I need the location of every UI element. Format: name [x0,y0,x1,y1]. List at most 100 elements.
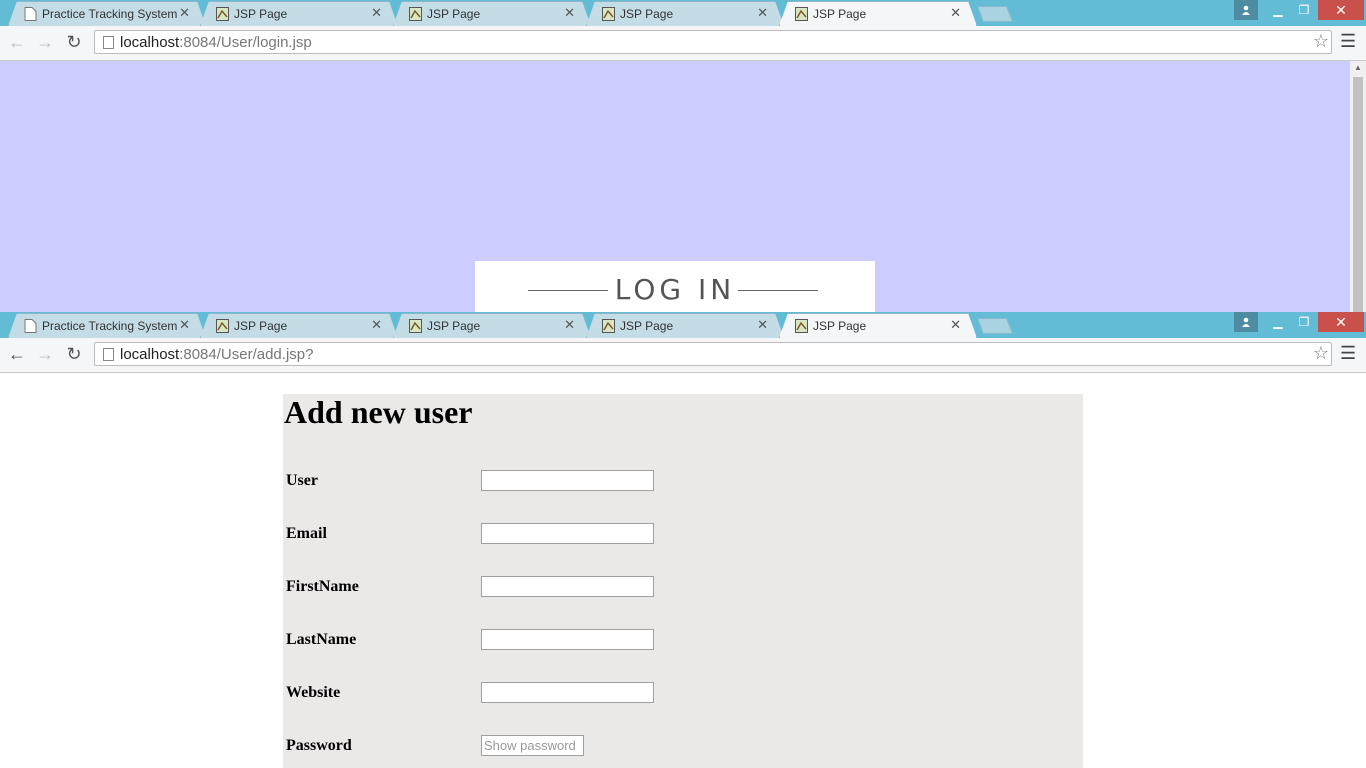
hamburger-menu-icon[interactable]: ☰ [1340,31,1356,52]
login-box: LOG IN [475,261,875,312]
tab-jsp-page[interactable]: JSP Page ✕ [200,1,398,26]
form-row-email: Email [283,523,1083,545]
scroll-up-icon[interactable]: ▲ [1354,63,1362,72]
close-icon[interactable]: ✕ [564,5,575,21]
reload-icon: ↻ [66,344,82,364]
reload-icon: ↻ [66,32,82,52]
page-icon [103,348,114,361]
form-row-lastname: LastName [283,629,1083,651]
address-bar[interactable]: localhost:8084/User/add.jsp? ☆ [94,342,1332,366]
address-bar[interactable]: localhost:8084/User/login.jsp ☆ [94,30,1332,54]
user-profile-button[interactable] [1234,312,1258,332]
scrollbar-thumb[interactable] [1353,77,1363,312]
close-icon[interactable]: ✕ [950,5,961,21]
close-icon[interactable]: ✕ [179,5,190,21]
tab-jsp-page[interactable]: JSP Page ✕ [586,1,784,26]
tab-title: JSP Page [234,7,288,21]
website-label: Website [286,684,341,701]
window-close-button[interactable]: ✕ [1318,0,1364,20]
favicon-icon [216,319,229,333]
restore-button[interactable]: ❐ [1292,312,1316,332]
close-icon[interactable]: ✕ [371,5,382,21]
user-label: User [286,472,318,489]
favicon-icon [602,319,615,333]
page-icon [24,319,37,333]
new-tab-button[interactable] [977,318,1013,334]
tab-title: JSP Page [427,7,481,21]
email-label: Email [286,525,327,542]
close-icon[interactable]: ✕ [179,317,190,333]
website-input[interactable] [481,682,654,703]
tab-strip: Practice Tracking System ✕ JSP Page ✕ JS… [0,0,1366,26]
restore-icon: ❐ [1298,315,1310,329]
window-close-button[interactable]: ✕ [1318,312,1364,332]
browser-toolbar: ← → ↻ localhost:8084/User/login.jsp ☆ ☰ [0,26,1366,61]
tab-practice-tracking[interactable]: Practice Tracking System ✕ [8,313,206,338]
vertical-scrollbar[interactable]: ▲ [1350,61,1366,312]
reload-button[interactable]: ↻ [63,31,85,53]
favicon-icon [409,319,422,333]
minimize-icon: ▁ [1273,3,1283,17]
back-button[interactable]: ← [6,31,28,53]
favicon-icon [216,7,229,21]
url-host: localhost [120,34,180,51]
favicon-icon [795,319,808,333]
star-icon[interactable]: ☆ [1313,31,1329,52]
close-icon: ✕ [1335,2,1347,18]
close-icon[interactable]: ✕ [757,5,768,21]
favicon-icon [602,7,615,21]
user-icon [1242,5,1250,15]
tab-strip: Practice Tracking System ✕ JSP Page ✕ JS… [0,312,1366,338]
arrow-right-icon: → [36,344,54,364]
forward-button[interactable]: → [34,343,56,365]
password-input[interactable] [481,735,584,756]
url-text[interactable]: localhost:8084/User/add.jsp? [120,346,313,363]
restore-button[interactable]: ❐ [1292,0,1316,20]
tab-jsp-page[interactable]: JSP Page ✕ [393,313,591,338]
back-button[interactable]: ← [6,343,28,365]
close-icon[interactable]: ✕ [371,317,382,333]
star-icon[interactable]: ☆ [1313,343,1329,364]
form-row-user: User [283,470,1083,492]
close-icon[interactable]: ✕ [950,317,961,333]
url-text[interactable]: localhost:8084/User/login.jsp [120,34,312,51]
firstname-label: FirstName [286,578,359,595]
arrow-right-icon: → [36,32,54,52]
close-icon[interactable]: ✕ [564,317,575,333]
minimize-button[interactable]: ▁ [1266,312,1290,332]
tab-jsp-page[interactable]: JSP Page ✕ [393,1,591,26]
minimize-button[interactable]: ▁ [1266,0,1290,20]
minimize-icon: ▁ [1273,315,1283,329]
browser-toolbar: ← → ↻ localhost:8084/User/add.jsp? ☆ ☰ [0,338,1366,373]
url-path: :8084/User/add.jsp? [179,346,314,363]
firstname-input[interactable] [481,576,654,597]
url-host: localhost [120,346,180,363]
tab-jsp-page-active[interactable]: JSP Page ✕ [779,313,977,338]
reload-button[interactable]: ↻ [63,343,85,365]
close-icon: ✕ [1335,314,1347,330]
tab-practice-tracking[interactable]: Practice Tracking System ✕ [8,1,206,26]
tab-jsp-page[interactable]: JSP Page ✕ [586,313,784,338]
form-row-firstname: FirstName [283,576,1083,598]
tab-jsp-page[interactable]: JSP Page ✕ [200,313,398,338]
lastname-label: LastName [286,631,357,648]
divider-right [738,290,818,291]
lastname-input[interactable] [481,629,654,650]
user-profile-button[interactable] [1234,0,1258,20]
close-icon[interactable]: ✕ [757,317,768,333]
tab-title: Practice Tracking System [42,7,178,21]
hamburger-menu-icon[interactable]: ☰ [1340,343,1356,364]
tab-title: JSP Page [620,7,674,21]
new-tab-button[interactable] [977,6,1013,22]
form-row-password: Password [283,735,1083,757]
add-user-form: Add new user User Email FirstName LastNa… [283,394,1083,768]
forward-button[interactable]: → [34,31,56,53]
arrow-left-icon: ← [8,32,26,52]
email-input[interactable] [481,523,654,544]
password-label: Password [286,737,352,754]
page-icon [103,36,114,49]
favicon-icon [795,7,808,21]
tab-jsp-page-active[interactable]: JSP Page ✕ [779,1,977,26]
user-input[interactable] [481,470,654,491]
form-row-website: Website [283,682,1083,704]
